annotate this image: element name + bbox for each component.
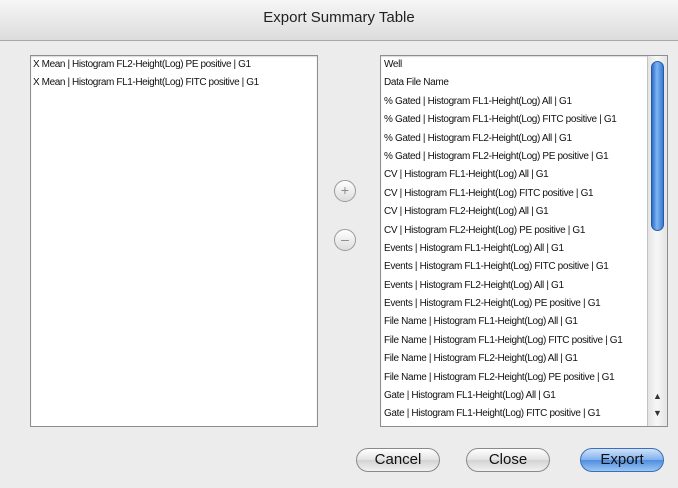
available-column-item[interactable]: Events | Histogram FL2-Height(Log) PE po… [381,295,647,313]
available-column-item[interactable]: Events | Histogram FL2-Height(Log) All |… [381,277,647,295]
available-column-item[interactable]: File Name | Histogram FL1-Height(Log) FI… [381,332,647,350]
available-column-item[interactable]: Well [381,56,647,74]
available-column-item[interactable]: % Gated | Histogram FL1-Height(Log) All … [381,93,647,111]
selected-column-item[interactable]: X Mean | Histogram FL2-Height(Log) PE po… [31,56,297,74]
vertical-scrollbar[interactable]: ▲ ▼ [647,56,667,426]
available-column-item[interactable]: % Gated | Histogram FL2-Height(Log) All … [381,130,647,148]
selected-columns-list[interactable]: X Mean | Histogram FL2-Height(Log) PE po… [30,55,318,427]
available-column-item[interactable]: % Gated | Histogram FL1-Height(Log) FITC… [381,111,647,129]
available-column-item[interactable]: CV | Histogram FL2-Height(Log) PE positi… [381,222,647,240]
available-column-item[interactable]: % Gated | Histogram FL2-Height(Log) PE p… [381,148,647,166]
title-bar: Export Summary Table [0,0,678,41]
available-column-item[interactable]: File Name | Histogram FL2-Height(Log) Al… [381,350,647,368]
available-columns-list[interactable]: Well Data File Name% Gated | Histogram FL… [380,55,668,427]
available-column-item[interactable]: CV | Histogram FL1-Height(Log) FITC posi… [381,185,647,203]
close-button[interactable]: Close [466,448,550,472]
export-button[interactable]: Export [580,448,664,472]
selected-column-item[interactable]: X Mean | Histogram FL1-Height(Log) FITC … [31,74,297,92]
window-title: Export Summary Table [263,9,415,26]
scroll-thumb[interactable] [651,61,664,231]
available-columns-items: Well Data File Name% Gated | Histogram FL… [381,56,647,424]
scroll-down-arrow-icon[interactable]: ▼ [650,406,665,420]
available-column-item[interactable]: Data File Name [381,74,647,92]
available-column-item[interactable]: File Name | Histogram FL2-Height(Log) PE… [381,369,647,387]
available-column-item[interactable]: Events | Histogram FL1-Height(Log) All |… [381,240,647,258]
cancel-button[interactable]: Cancel [356,448,440,472]
add-button[interactable]: + [334,180,356,202]
scroll-up-arrow-icon[interactable]: ▲ [650,389,665,403]
remove-button[interactable]: – [334,229,356,251]
available-column-item[interactable]: Gate | Histogram FL1-Height(Log) All | G… [381,387,647,405]
available-column-item[interactable]: File Name | Histogram FL1-Height(Log) Al… [381,313,647,331]
available-column-item[interactable]: Events | Histogram FL1-Height(Log) FITC … [381,258,647,276]
selected-columns-items: X Mean | Histogram FL2-Height(Log) PE po… [31,56,297,92]
available-column-item[interactable]: CV | Histogram FL2-Height(Log) All | G1 [381,203,647,221]
available-column-item[interactable]: CV | Histogram FL1-Height(Log) All | G1 [381,166,647,184]
available-column-item[interactable]: Gate | Histogram FL1-Height(Log) FITC po… [381,405,647,423]
